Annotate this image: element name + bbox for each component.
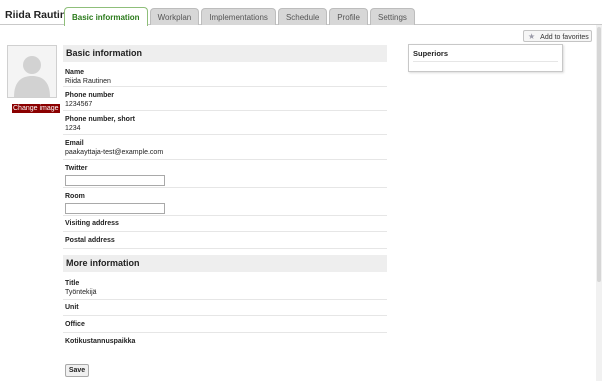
person-silhouette-icon — [14, 56, 50, 97]
field-kotikustannuspaikka: Kotikustannuspaikka — [63, 333, 387, 351]
field-phone: Phone number 1234567 — [63, 87, 387, 111]
superiors-divider — [413, 61, 558, 62]
field-phone-short: Phone number, short 1234 — [63, 111, 387, 135]
twitter-label: Twitter — [65, 165, 88, 172]
visiting-address-label: Visiting address — [65, 220, 119, 227]
room-input[interactable] — [65, 203, 165, 214]
field-title: Title Työntekijä — [63, 272, 387, 300]
tab-settings[interactable]: Settings — [369, 8, 415, 25]
field-unit: Unit — [63, 300, 387, 316]
field-room: Room — [63, 188, 387, 216]
name-value: Riida Rautinen — [65, 78, 111, 85]
kotikustannuspaikka-label: Kotikustannuspaikka — [65, 338, 136, 345]
tab-bar: Basic information Workplan Implementatio… — [64, 6, 417, 26]
title-label: Title — [65, 280, 80, 287]
top-bar: Riida Rautinen Basic information Workpla… — [0, 0, 602, 26]
twitter-input[interactable] — [65, 175, 165, 186]
office-label: Office — [65, 321, 85, 328]
change-image-button[interactable]: Change image — [12, 104, 60, 113]
field-name: Name Riida Rautinen — [63, 62, 387, 87]
email-value: paakayttaja-test@example.com — [65, 149, 164, 156]
title-value: Työntekijä — [65, 289, 97, 296]
phone-short-value: 1234 — [65, 125, 81, 132]
page-scrollbar[interactable] — [596, 25, 602, 381]
phone-label: Phone number — [65, 92, 115, 99]
tab-workplan[interactable]: Workplan — [149, 8, 200, 25]
field-postal-address: Postal address — [63, 232, 387, 249]
unit-label: Unit — [65, 304, 79, 311]
postal-address-label: Postal address — [65, 237, 115, 244]
star-icon: ★ — [528, 32, 536, 41]
save-button[interactable]: Save — [65, 364, 89, 377]
main-content: Basic information Name Riida Rautinen Ph… — [63, 45, 387, 351]
field-visiting-address: Visiting address — [63, 216, 387, 232]
superiors-title: Superiors — [413, 49, 449, 58]
email-label: Email — [65, 140, 84, 147]
add-to-favorites-button[interactable]: ★ Add to favorites — [523, 30, 592, 42]
add-to-favorites-label: Add to favorites — [540, 34, 589, 41]
name-label: Name — [65, 69, 85, 76]
section-header-basic: Basic information — [63, 45, 387, 62]
field-twitter: Twitter — [63, 160, 387, 188]
field-office: Office — [63, 316, 387, 333]
section-header-more: More information — [63, 255, 387, 272]
tab-profile[interactable]: Profile — [329, 8, 368, 25]
tab-schedule[interactable]: Schedule — [277, 8, 328, 25]
phone-value: 1234567 — [65, 101, 93, 108]
superiors-box: Superiors — [408, 44, 563, 72]
avatar — [7, 45, 57, 98]
field-email: Email paakayttaja-test@example.com — [63, 135, 387, 160]
scrollbar-thumb[interactable] — [597, 27, 601, 282]
phone-short-label: Phone number, short — [65, 116, 136, 123]
tab-basic-information[interactable]: Basic information — [64, 7, 148, 26]
room-label: Room — [65, 193, 85, 200]
tab-implementations[interactable]: Implementations — [201, 8, 276, 25]
